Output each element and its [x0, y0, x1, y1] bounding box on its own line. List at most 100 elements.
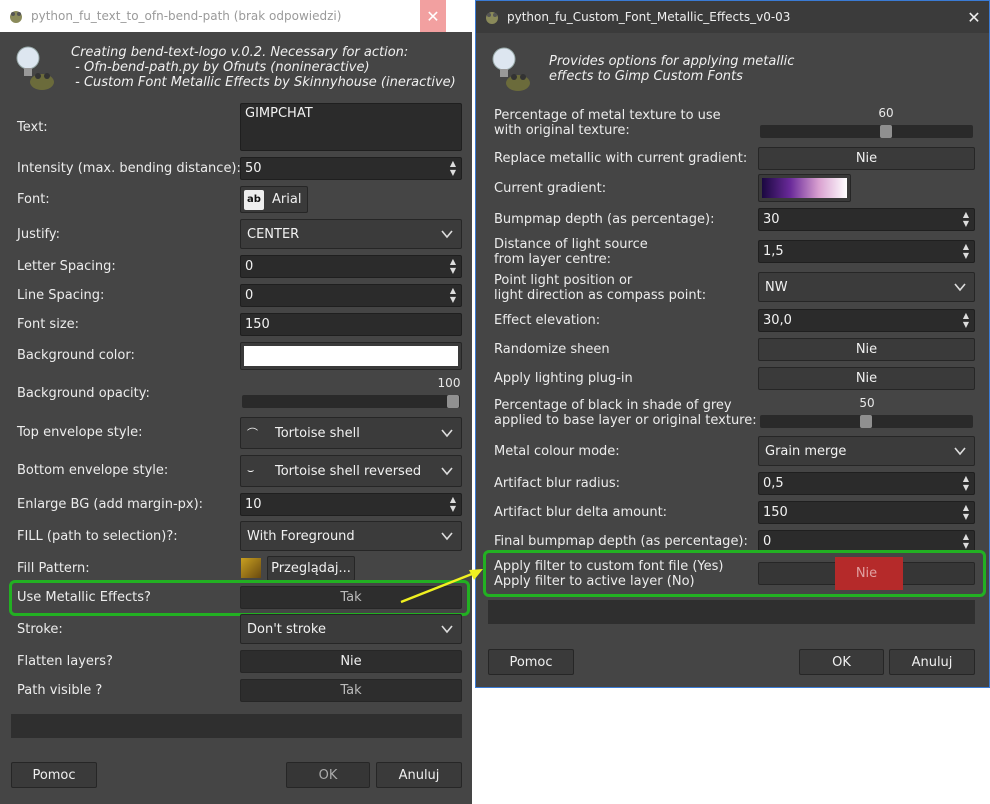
metal-pct-slider[interactable] [760, 125, 973, 138]
font-label: Font: [17, 192, 50, 207]
spin-arrows-icon[interactable]: ▲ ▼ [961, 475, 971, 492]
randomize-value: Nie [855, 342, 878, 357]
blur-delta-value: 150 [763, 505, 788, 520]
stroke-combo[interactable]: Don't stroke [240, 614, 462, 644]
annotation-arrow [400, 569, 483, 604]
ok-button-label: OK [832, 654, 851, 670]
gradient-label: Current gradient: [494, 181, 607, 196]
randomize-label: Randomize sheen [494, 342, 610, 357]
distance-label: Distance of light source from layer cent… [494, 237, 648, 267]
metal-pct-value: 60 [878, 106, 894, 120]
line-spacing-spinbox[interactable]: 0 ▲ ▼ [240, 284, 462, 307]
font-size-entry[interactable]: 150 [240, 313, 462, 336]
line-spacing-label: Line Spacing: [17, 288, 105, 303]
cancel-button[interactable]: Anuluj [376, 762, 462, 788]
ok-button-label: OK [318, 767, 338, 783]
fill-combo[interactable]: With Foreground [240, 521, 462, 551]
letter-spacing-spinbox[interactable]: 0 ▲ ▼ [240, 255, 462, 278]
lightbulb-icon [492, 47, 530, 91]
justify-combo[interactable]: CENTER [240, 219, 462, 249]
path-visible-value: Tak [340, 683, 362, 698]
bg-color-button[interactable] [240, 342, 462, 370]
bottom-envelope-value: Tortoise shell reversed [275, 463, 422, 479]
elevation-spinbox[interactable]: 30,0 ▲ ▼ [758, 309, 975, 332]
cancel-button-label: Anuluj [911, 654, 953, 670]
final-bump-value: 0 [763, 534, 772, 549]
envelope-icon: ⌒ [247, 427, 258, 440]
chevron-down-icon [954, 283, 966, 292]
color-swatch [244, 346, 458, 366]
flatten-value: Nie [340, 654, 362, 669]
cancel-button-label: Anuluj [398, 767, 440, 783]
enlarge-spinbox[interactable]: 10 ▲ ▼ [240, 493, 462, 516]
apply-font-highlight-box [483, 550, 986, 597]
browse-pattern-button[interactable]: Przeglądaj... [267, 556, 355, 581]
spin-arrows-icon[interactable]: ▲ ▼ [961, 243, 971, 260]
blur-delta-spinbox[interactable]: 150 ▲ ▼ [758, 501, 975, 524]
gradient-button[interactable] [758, 174, 851, 202]
envelope-icon: ⌣ [247, 464, 255, 477]
ok-button[interactable]: OK [286, 762, 370, 788]
path-visible-toggle[interactable]: Tak [240, 679, 462, 702]
intensity-label: Intensity (max. bending distance): [17, 161, 241, 176]
randomize-toggle[interactable]: Nie [758, 338, 975, 361]
path-visible-label: Path visible ? [17, 683, 103, 698]
bg-opacity-slider[interactable] [242, 395, 460, 408]
replace-value: Nie [855, 151, 878, 166]
top-envelope-combo[interactable]: ⌒ Tortoise shell [240, 417, 462, 449]
fill-value: With Foreground [247, 528, 355, 544]
point-value: NW [765, 279, 788, 295]
apply-light-toggle[interactable]: Nie [758, 367, 975, 390]
bg-opacity-value: 100 [437, 376, 461, 390]
replace-label: Replace metallic with current gradient: [494, 151, 748, 166]
spin-arrows-icon[interactable]: ▲ ▼ [961, 211, 971, 228]
close-icon[interactable]: ✕ [420, 0, 446, 32]
lightbulb-icon [16, 46, 54, 90]
progress-area [11, 714, 462, 738]
right-titlebar: python_fu_Custom_Font_Metallic_Effects_v… [476, 1, 989, 33]
chevron-down-icon [441, 429, 453, 438]
intensity-value: 50 [245, 161, 262, 176]
text-label: Text: [17, 120, 48, 135]
letter-spacing-label: Letter Spacing: [17, 259, 116, 274]
bump-label: Bumpmap depth (as percentage): [494, 212, 715, 227]
flatten-toggle[interactable]: Nie [240, 650, 462, 673]
font-size-value: 150 [245, 317, 270, 332]
bottom-envelope-combo[interactable]: ⌣ Tortoise shell reversed [240, 455, 462, 487]
black-slider[interactable] [760, 415, 973, 428]
close-icon[interactable]: ✕ [959, 1, 989, 33]
help-button[interactable]: Pomoc [488, 649, 574, 675]
spin-arrows-icon[interactable]: ▲ ▼ [448, 496, 458, 513]
justify-label: Justify: [17, 227, 61, 242]
distance-spinbox[interactable]: 1,5 ▲ ▼ [758, 240, 975, 263]
left-titlebar: python_fu_text_to_ofn-bend-path (brak od… [0, 0, 472, 32]
blur-radius-spinbox[interactable]: 0,5 ▲ ▼ [758, 472, 975, 495]
spin-arrows-icon[interactable]: ▲ ▼ [448, 287, 458, 304]
blur-radius-label: Artifact blur radius: [494, 476, 621, 491]
colour-mode-combo[interactable]: Grain merge [758, 436, 975, 466]
help-button-label: Pomoc [509, 654, 553, 670]
ok-button[interactable]: OK [799, 649, 884, 675]
point-combo[interactable]: NW [758, 272, 975, 302]
spin-arrows-icon[interactable]: ▲ ▼ [961, 533, 971, 550]
help-button[interactable]: Pomoc [11, 762, 97, 788]
bump-value: 30 [763, 212, 780, 227]
gradient-preview [762, 178, 847, 198]
apply-light-label: Apply lighting plug-in [494, 371, 633, 386]
spin-arrows-icon[interactable]: ▲ ▼ [448, 160, 458, 177]
letter-spacing-value: 0 [245, 259, 254, 274]
blur-radius-value: 0,5 [763, 476, 784, 491]
intensity-spinbox[interactable]: 50 ▲ ▼ [240, 157, 462, 180]
replace-toggle[interactable]: Nie [758, 147, 975, 170]
final-bump-label: Final bumpmap depth (as percentage): [494, 534, 748, 549]
slider-thumb[interactable] [860, 415, 872, 428]
slider-thumb[interactable] [880, 125, 892, 138]
cancel-button[interactable]: Anuluj [889, 649, 975, 675]
spin-arrows-icon[interactable]: ▲ ▼ [961, 312, 971, 329]
slider-thumb[interactable] [447, 395, 459, 408]
spin-arrows-icon[interactable]: ▲ ▼ [961, 504, 971, 521]
spin-arrows-icon[interactable]: ▲ ▼ [448, 258, 458, 275]
text-textarea[interactable]: GIMPCHAT [240, 103, 462, 151]
bump-spinbox[interactable]: 30 ▲ ▼ [758, 208, 975, 231]
font-button[interactable]: ab Arial [240, 186, 308, 213]
